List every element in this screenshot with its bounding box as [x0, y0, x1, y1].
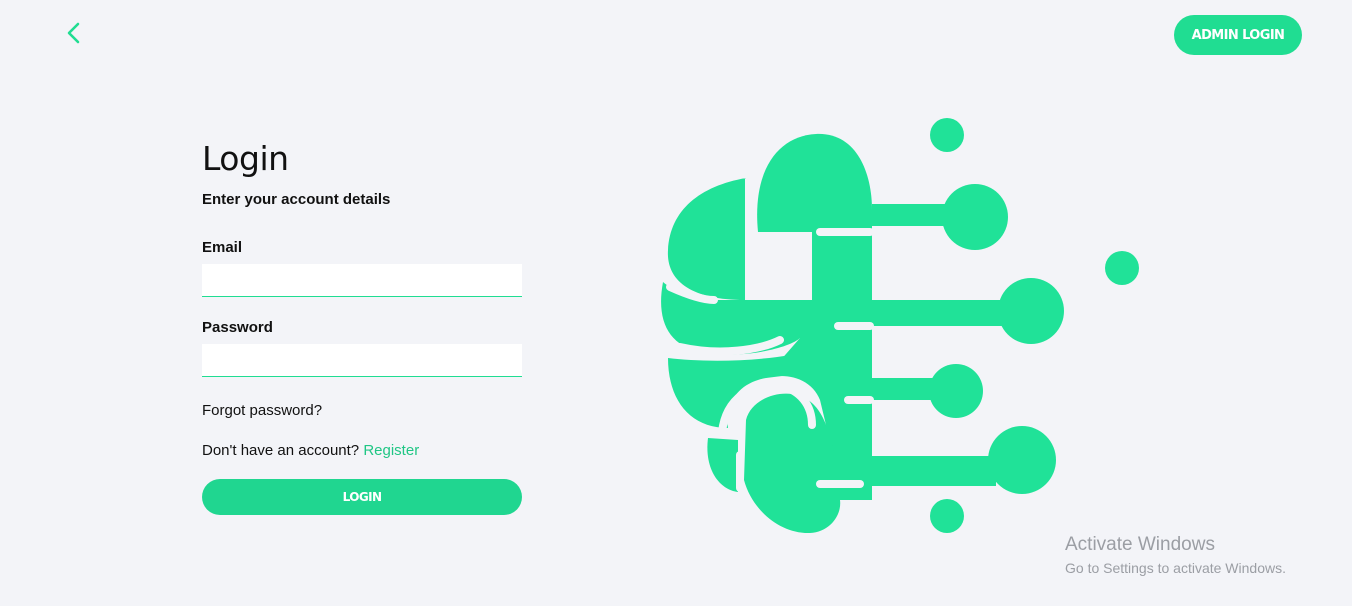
windows-activation-watermark: Activate Windows Go to Settings to activ…: [1065, 533, 1286, 578]
login-button[interactable]: LOGIN: [202, 479, 522, 515]
chevron-left-icon: [67, 22, 80, 44]
back-button[interactable]: [62, 20, 88, 46]
page-title: Login: [202, 139, 289, 178]
watermark-title: Activate Windows: [1065, 534, 1215, 555]
email-label: Email: [202, 239, 243, 256]
forgot-password-link[interactable]: Forgot password?: [202, 401, 322, 421]
watermark-subtitle: Go to Settings to activate Windows.: [1065, 560, 1286, 576]
password-label: Password: [202, 319, 273, 336]
password-field[interactable]: [202, 344, 522, 377]
register-link[interactable]: Register: [363, 442, 419, 459]
login-page: ADMIN LOGIN Login Enter your account det…: [0, 0, 1352, 606]
login-form: Login Enter your account details Email P…: [202, 138, 522, 515]
no-account-text: Don't have an account?: [202, 442, 360, 459]
brain-illustration: [655, 115, 1155, 540]
page-subtitle: Enter your account details: [202, 191, 391, 208]
email-field[interactable]: [202, 264, 522, 297]
register-prompt: Don't have an account? Register: [202, 441, 522, 461]
brain-circuit-icon: [661, 118, 1139, 534]
admin-login-button[interactable]: ADMIN LOGIN: [1174, 15, 1302, 55]
